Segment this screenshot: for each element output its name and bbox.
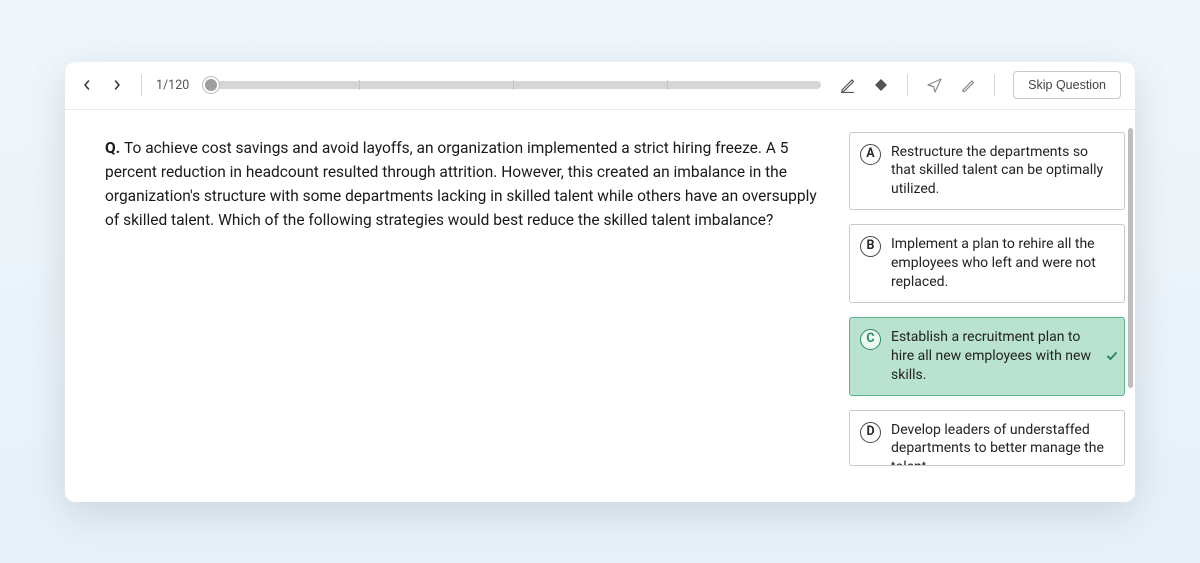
answer-letter: A <box>860 144 881 165</box>
slider-tick <box>667 80 668 90</box>
chevron-right-icon <box>112 80 122 90</box>
divider <box>907 74 908 96</box>
share-button[interactable] <box>920 71 948 99</box>
chevron-left-icon <box>82 80 92 90</box>
answer-option-a[interactable]: A Restructure the departments so that sk… <box>849 132 1125 211</box>
answer-text: Restructure the departments so that skil… <box>891 143 1104 200</box>
answer-letter: D <box>860 422 881 443</box>
answer-text: Establish a recruitment plan to hire all… <box>891 328 1104 385</box>
slider-tick <box>359 80 360 90</box>
divider <box>994 74 995 96</box>
answers-column: A Restructure the departments so that sk… <box>847 110 1135 502</box>
question-text: Q. To achieve cost savings and avoid lay… <box>105 139 817 229</box>
flag-button[interactable] <box>867 71 895 99</box>
edit-button[interactable] <box>954 71 982 99</box>
slider-tick <box>513 80 514 90</box>
question-counter: 1/120 <box>154 78 195 93</box>
annotate-button[interactable] <box>833 71 861 99</box>
quiz-body: Q. To achieve cost savings and avoid lay… <box>65 110 1135 502</box>
quiz-card: 1/120 Skip Question Q. To achieve cost s… <box>65 62 1135 502</box>
progress-slider[interactable] <box>205 81 821 89</box>
question-column: Q. To achieve cost savings and avoid lay… <box>65 110 847 502</box>
answer-option-c[interactable]: C Establish a recruitment plan to hire a… <box>849 317 1125 396</box>
check-icon <box>1106 350 1118 362</box>
answer-text: Develop leaders of understaffed departme… <box>891 421 1104 466</box>
paper-plane-icon <box>927 78 942 93</box>
answer-option-b[interactable]: B Implement a plan to rehire all the emp… <box>849 224 1125 303</box>
prev-question-button[interactable] <box>75 73 99 97</box>
scrollbar[interactable] <box>1128 128 1133 388</box>
quiz-toolbar: 1/120 Skip Question <box>65 62 1135 110</box>
answer-text: Implement a plan to rehire all the emplo… <box>891 235 1104 292</box>
question-body: To achieve cost savings and avoid layoff… <box>105 139 817 229</box>
answer-letter: C <box>860 329 881 350</box>
pencil-underline-icon <box>840 78 855 93</box>
answer-option-d[interactable]: D Develop leaders of understaffed depart… <box>849 410 1125 466</box>
skip-question-button[interactable]: Skip Question <box>1013 71 1121 99</box>
divider <box>141 74 142 96</box>
diamond-icon <box>874 78 888 92</box>
next-question-button[interactable] <box>105 73 129 97</box>
question-prefix: Q. <box>105 139 124 157</box>
edit-pencil-icon <box>961 78 976 93</box>
slider-thumb[interactable] <box>203 77 219 93</box>
answer-letter: B <box>860 236 881 257</box>
